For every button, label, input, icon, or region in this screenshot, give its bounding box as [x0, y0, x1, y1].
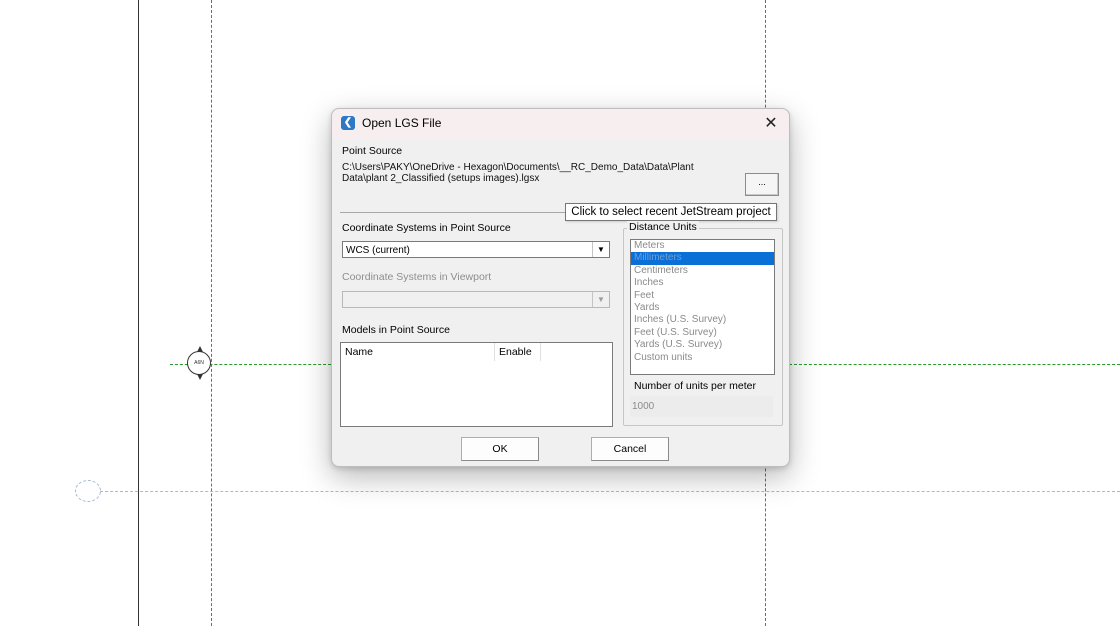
- distance-unit-item[interactable]: Yards: [631, 302, 774, 314]
- coord-system-selected: WCS (current): [346, 245, 410, 256]
- dropdown-arrow-icon[interactable]: ▼: [592, 292, 609, 307]
- distance-units-list[interactable]: Meters Millimeters Centimeters Inches Feet Ya…: [630, 239, 775, 375]
- point-source-label: Point Source: [342, 145, 403, 157]
- grid-line-horizontal-right: [789, 364, 1120, 365]
- ok-button[interactable]: OK: [461, 437, 539, 461]
- viewport-coord-dropdown[interactable]: ▼: [342, 291, 610, 308]
- open-lgs-file-dialog: ❮ Open LGS File ✕ Point Source C:\Users\…: [331, 108, 790, 467]
- separator: [340, 212, 570, 213]
- coord-system-dropdown[interactable]: WCS (current) ▼: [342, 241, 610, 258]
- dropdown-arrow-icon[interactable]: ▼: [592, 242, 609, 257]
- origin-marker-icon[interactable]: [75, 480, 101, 502]
- distance-unit-item[interactable]: Custom units: [631, 352, 774, 364]
- distance-unit-item[interactable]: Inches: [631, 277, 774, 289]
- view-border-line: [138, 0, 139, 626]
- browse-tooltip: Click to select recent JetStream project: [565, 203, 777, 221]
- column-header-enable[interactable]: Enable: [495, 343, 541, 361]
- units-per-meter-label: Number of units per meter: [634, 380, 756, 392]
- distance-unit-item[interactable]: Meters: [631, 240, 774, 252]
- dialog-titlebar[interactable]: ❮ Open LGS File ✕: [332, 109, 789, 139]
- app-chevron-icon: ❮: [341, 116, 355, 130]
- distance-unit-item[interactable]: Centimeters: [631, 265, 774, 277]
- distance-unit-item[interactable]: Feet: [631, 290, 774, 302]
- level-marker-icon[interactable]: A6N: [187, 346, 211, 380]
- point-source-path: C:\Users\PAKY\OneDrive - Hexagon\Documen…: [342, 162, 694, 184]
- cancel-button[interactable]: Cancel: [591, 437, 669, 461]
- coord-systems-label: Coordinate Systems in Point Source: [342, 222, 511, 234]
- browse-button[interactable]: ...: [745, 173, 779, 196]
- units-per-meter-input[interactable]: 1000: [630, 396, 773, 417]
- models-list[interactable]: Name Enable: [340, 342, 613, 427]
- distance-units-label: Distance Units: [627, 221, 699, 233]
- distance-unit-item[interactable]: Yards (U.S. Survey): [631, 339, 774, 351]
- dialog-title: Open LGS File: [362, 116, 442, 130]
- distance-unit-item[interactable]: Feet (U.S. Survey): [631, 327, 774, 339]
- distance-unit-item[interactable]: Inches (U.S. Survey): [631, 314, 774, 326]
- close-button[interactable]: ✕: [759, 113, 783, 135]
- models-label: Models in Point Source: [342, 324, 450, 336]
- column-header-name[interactable]: Name: [341, 343, 495, 361]
- reference-line-horizontal: [100, 491, 1120, 492]
- distance-unit-item[interactable]: Millimeters: [631, 252, 774, 265]
- viewport-coord-label: Coordinate Systems in Viewport: [342, 271, 492, 283]
- grid-line-vertical-left: [211, 0, 212, 626]
